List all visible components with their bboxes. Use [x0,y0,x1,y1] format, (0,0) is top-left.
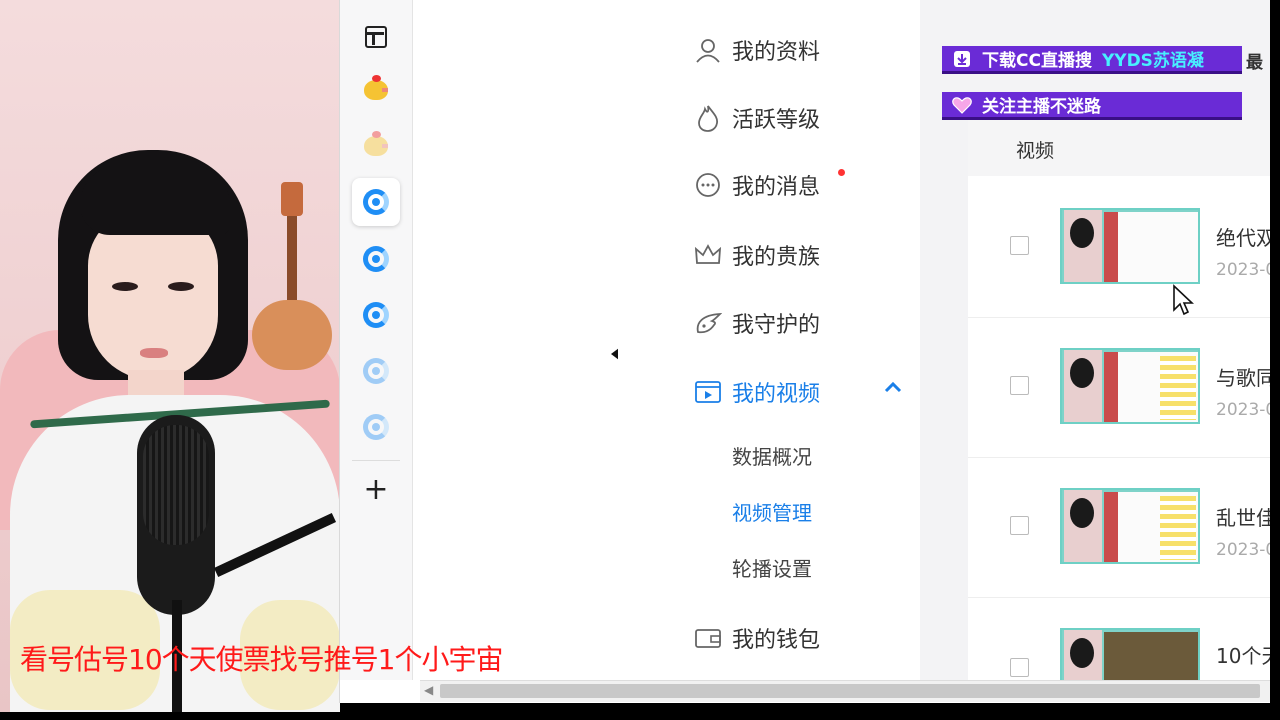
wallet-icon [694,624,722,652]
row-checkbox[interactable] [1010,658,1029,677]
cc-logo-icon [363,189,389,215]
submenu-item-carousel-settings[interactable]: 轮播设置 [732,553,812,582]
mouse-pointer-icon [1173,284,1194,316]
flame-icon [694,104,722,132]
guitar-body [252,300,332,370]
heart-icon [952,95,972,115]
menu-item-label: 活跃等级 [732,108,821,133]
bottom-bar [0,712,1280,720]
video-thumbnail[interactable] [1060,488,1200,564]
video-title[interactable]: 绝代双 [1216,222,1270,251]
chat-icon [694,171,722,199]
eye-left [112,282,138,291]
unread-dot [838,169,845,176]
cc-logo-icon [363,414,389,440]
wing-icon [694,309,722,337]
plus-icon: + [363,472,389,507]
menu-item-level[interactable]: 活跃等级 [694,98,820,138]
video-date: 2023-0 [1216,400,1270,420]
streamer-name: YYDS苏语凝 [1101,51,1204,71]
layout-icon [365,26,387,48]
banner-text: 下载CC直播搜 [982,51,1092,71]
download-banner: 下载CC直播搜 YYDS苏语凝 [942,46,1242,74]
follow-banner: 关注主播不迷路 [942,92,1242,120]
eye-right [168,282,194,291]
cc-logo-icon [363,246,389,272]
rail-app-chick-2[interactable] [352,122,400,170]
app-rail: + [340,0,413,680]
rail-app-cc-2[interactable] [352,235,400,283]
video-icon [694,378,722,406]
row-checkbox[interactable] [1010,516,1029,535]
menu-item-label: 我的消息 [732,175,821,200]
menu-item-videos[interactable]: 我的视频 [694,372,902,412]
stream-caption: 看号估号10个天使票找号推号1个小宇宙 [20,643,503,676]
drag-area [413,0,618,680]
banner-tail-text: 最 [1246,53,1263,73]
video-thumbnail[interactable] [1060,628,1200,682]
scrollbar-thumb[interactable] [440,684,1260,698]
rail-app-cc-1[interactable] [352,178,400,226]
rail-app-chick-1[interactable] [352,66,400,114]
crown-icon [694,241,722,269]
lips [140,348,168,358]
video-row: 绝代双 2023-0 [968,178,1270,318]
video-title[interactable]: 与歌同 [1216,362,1270,391]
submenu-item-video-management[interactable]: 视频管理 [732,497,812,526]
layout-toggle-button[interactable] [352,13,400,61]
video-row: 与歌同 2023-0 [968,318,1270,458]
bangs [80,165,230,235]
rail-app-cc-3[interactable] [352,291,400,339]
video-thumbnail[interactable] [1060,208,1200,284]
menu-item-guarded[interactable]: 我守护的 [694,303,820,343]
row-checkbox[interactable] [1010,376,1029,395]
side-menu: 我的资料 活跃等级 我的消息 我的贵族 我守护的 我的视频 数据概况 视频管理 … [618,0,918,680]
download-icon [952,49,972,69]
video-thumbnail[interactable] [1060,348,1200,424]
chick-icon [364,131,388,156]
menu-item-label: 我守护的 [732,313,821,338]
video-title[interactable]: 10个天 [1216,640,1270,669]
microphone-mesh [143,425,209,545]
menu-item-label: 我的视频 [732,382,821,407]
rail-app-cc-4[interactable] [352,347,400,395]
video-row: 乱世佳 2023-0 [968,458,1270,598]
person-icon [694,36,722,64]
menu-item-wallet[interactable]: 我的钱包 [694,618,820,658]
menu-item-messages[interactable]: 我的消息 [694,165,845,205]
streamer-camera [0,0,340,712]
column-header-video: 视频 [968,120,1270,176]
submenu-item-data-overview[interactable]: 数据概况 [732,441,812,470]
video-date: 2023-0 [1216,540,1270,560]
chevron-up-icon[interactable] [884,378,902,397]
scroll-left-icon[interactable]: ◀ [424,683,433,697]
chick-icon [364,75,388,100]
menu-item-label: 我的资料 [732,40,821,65]
cc-logo-icon [363,302,389,328]
menu-item-label: 我的钱包 [732,628,821,653]
rail-divider [352,460,400,461]
cc-logo-icon [363,358,389,384]
menu-item-profile[interactable]: 我的资料 [694,30,820,70]
add-app-button[interactable]: + [352,466,400,514]
row-checkbox[interactable] [1010,236,1029,255]
menu-item-label: 我的贵族 [732,245,821,270]
rail-app-cc-5[interactable] [352,403,400,451]
guitar-head [281,182,303,216]
video-row: 10个天 [968,598,1270,682]
video-date: 2023-0 [1216,260,1270,280]
video-title[interactable]: 乱世佳 [1216,502,1270,531]
horizontal-scrollbar[interactable]: ◀ [420,680,1270,702]
menu-item-nobility[interactable]: 我的贵族 [694,235,820,275]
banner-text: 关注主播不迷路 [982,97,1101,117]
